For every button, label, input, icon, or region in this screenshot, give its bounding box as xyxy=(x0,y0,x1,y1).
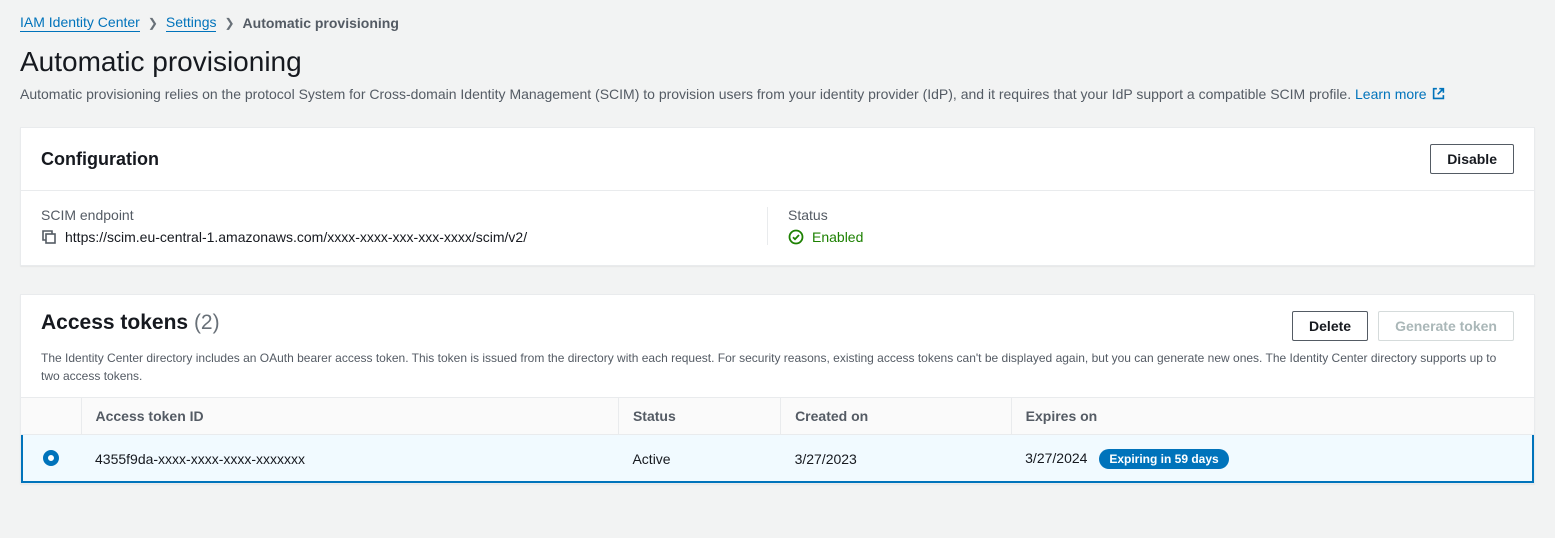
status-label: Status xyxy=(788,207,1514,223)
cell-token-id: 4355f9da-xxxx-xxxx-xxxx-xxxxxxx xyxy=(81,435,618,484)
learn-more-link[interactable]: Learn more xyxy=(1355,86,1445,102)
access-tokens-count: (2) xyxy=(194,311,220,334)
table-row[interactable]: 4355f9da-xxxx-xxxx-xxxx-xxxxxxx Active 3… xyxy=(21,435,1534,484)
check-circle-icon xyxy=(788,229,804,245)
configuration-panel: Configuration Disable SCIM endpoint http… xyxy=(20,127,1535,266)
cell-status: Active xyxy=(618,435,780,484)
breadcrumb-current: Automatic provisioning xyxy=(243,15,399,31)
access-tokens-panel: Access tokens (2) Delete Generate token … xyxy=(20,294,1535,484)
expiry-badge: Expiring in 59 days xyxy=(1099,449,1228,469)
chevron-right-icon: ❯ xyxy=(148,16,158,30)
access-tokens-description: The Identity Center directory includes a… xyxy=(21,349,1534,397)
cell-expires: 3/27/2024 Expiring in 59 days xyxy=(1011,435,1534,484)
page-description: Automatic provisioning relies on the pro… xyxy=(20,84,1535,105)
col-expires: Expires on xyxy=(1011,398,1534,435)
page-title: Automatic provisioning xyxy=(20,46,1535,78)
chevron-right-icon: ❯ xyxy=(224,16,234,30)
scim-endpoint-label: SCIM endpoint xyxy=(41,207,767,223)
configuration-title: Configuration xyxy=(41,149,159,170)
col-created: Created on xyxy=(781,398,1012,435)
delete-button[interactable]: Delete xyxy=(1292,311,1368,341)
access-tokens-table: Access token ID Status Created on Expire… xyxy=(21,397,1534,483)
disable-button[interactable]: Disable xyxy=(1430,144,1514,174)
generate-token-button: Generate token xyxy=(1378,311,1514,341)
breadcrumb-link-root[interactable]: IAM Identity Center xyxy=(20,14,140,32)
access-tokens-title: Access tokens (2) xyxy=(41,311,220,335)
breadcrumb: IAM Identity Center ❯ Settings ❯ Automat… xyxy=(20,14,1535,32)
col-token-id: Access token ID xyxy=(81,398,618,435)
row-radio[interactable] xyxy=(43,450,59,466)
col-status: Status xyxy=(618,398,780,435)
cell-created: 3/27/2023 xyxy=(781,435,1012,484)
scim-endpoint-value: https://scim.eu-central-1.amazonaws.com/… xyxy=(65,229,527,245)
breadcrumb-link-settings[interactable]: Settings xyxy=(166,14,217,32)
status-value: Enabled xyxy=(812,229,863,245)
external-link-icon xyxy=(1432,87,1445,100)
copy-icon[interactable] xyxy=(41,229,57,245)
